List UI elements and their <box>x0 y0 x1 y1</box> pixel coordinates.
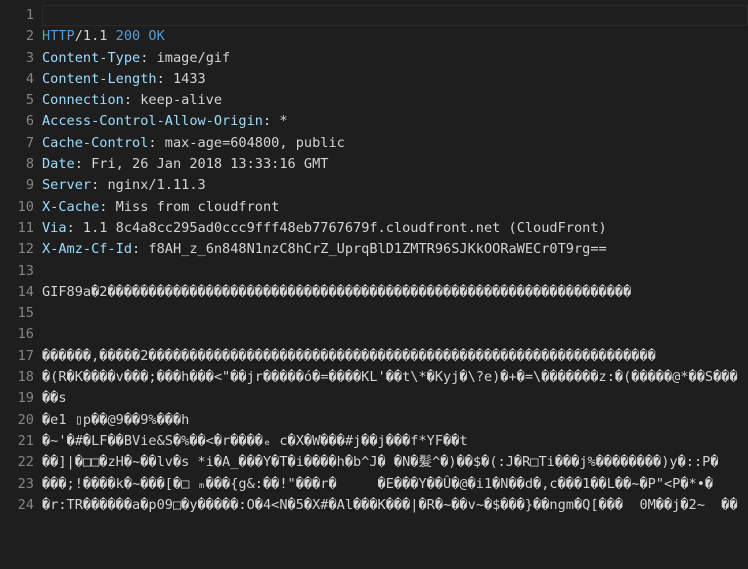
line-number: 18 <box>17 369 34 386</box>
code-editor[interactable]: 1 2 3 4 5 6 7 8 9 10 11 12 13 14 15 16 17 18 19 20 21 22 23 24 … <box>0 0 748 569</box>
header-value: : * <box>262 113 288 130</box>
body-line[interactable]: ��s <box>42 388 748 409</box>
header-key: X-Cache <box>42 198 100 215</box>
header-key: Content-Length <box>42 70 157 87</box>
header-key: Via <box>42 219 67 236</box>
header-key: Connection <box>42 92 124 109</box>
line-number: 1 <box>25 7 34 23</box>
header-line[interactable]: Content-Type: image/gif <box>42 48 748 69</box>
http-protocol: HTTP <box>42 28 75 45</box>
header-value: : image/gif <box>140 49 231 66</box>
header-line[interactable]: Server: nginx/1.11.3 <box>42 175 748 196</box>
header-key: Date <box>42 156 75 173</box>
line-number: 20 <box>17 411 34 428</box>
code-line-1[interactable] <box>42 5 748 26</box>
http-status-text: OK <box>140 28 165 45</box>
body-line[interactable]: �~'�#�LF��BVie&S�%��<�r����ₑ c�X�W���#j�… <box>42 431 748 452</box>
body-line[interactable]: �(R�K����v���;���h���<"��jr�����ó�=����K… <box>42 367 748 388</box>
body-line[interactable] <box>42 324 748 345</box>
line-number: 7 <box>25 134 34 151</box>
header-value: : max-age=604800, public <box>148 134 345 151</box>
line-number: 21 <box>17 432 34 449</box>
line-number: 9 <box>25 177 34 194</box>
header-line[interactable]: Access-Control-Allow-Origin: * <box>42 111 748 132</box>
line-number: 16 <box>17 326 34 343</box>
body-line[interactable]: ���;!����k�~���[�□ ₘ���{g&:��!"���r� �E�… <box>42 474 748 495</box>
line-number: 22 <box>17 454 34 471</box>
line-number: 13 <box>17 262 34 279</box>
code-area[interactable]: HTTP/1.1 200 OK Content-Type: image/gif … <box>42 5 748 516</box>
body-line[interactable]: ��]|�□□�zH�~��lv�s *i�A_���Y�T�i����h�b^… <box>42 452 748 473</box>
line-number: 3 <box>25 49 34 66</box>
code-line-status[interactable]: HTTP/1.1 200 OK <box>42 26 748 47</box>
body-line[interactable]: �e1 ▯p��@9��9%���h <box>42 410 748 431</box>
header-key: Access-Control-Allow-Origin <box>42 113 263 130</box>
line-number: 17 <box>17 347 34 364</box>
header-line[interactable]: Cache-Control: max-age=604800, public <box>42 133 748 154</box>
line-number: 11 <box>17 219 34 236</box>
body-line[interactable]: ������,�����2���������������������������… <box>42 346 748 367</box>
header-key: Server <box>42 177 92 194</box>
header-value: : 1.1 8c4a8cc295ad0ccc9fff48eb7767679f.c… <box>66 219 607 236</box>
body-line[interactable] <box>42 303 748 324</box>
header-value: : 1433 <box>156 70 206 87</box>
line-number-gutter: 1 2 3 4 5 6 7 8 9 10 11 12 13 14 15 16 17 18 19 20 21 22 23 24 <box>0 5 34 516</box>
header-value: : Fri, 26 Jan 2018 13:33:16 GMT <box>74 156 329 173</box>
header-key: X-Amz-Cf-Id <box>42 241 133 258</box>
line-number: 10 <box>17 198 34 215</box>
line-number: 19 <box>17 390 34 407</box>
http-version: /1.1 <box>74 28 116 45</box>
header-value: : keep-alive <box>123 92 223 109</box>
line-number: 12 <box>17 241 34 258</box>
body-line[interactable]: GIF89a�2��������������������������������… <box>42 282 748 303</box>
header-line[interactable]: X-Cache: Miss from cloudfront <box>42 197 748 218</box>
header-key: Content-Type <box>42 49 141 66</box>
body-line[interactable]: �r:TR������a�p09□�y�����:O�4<N�5�X#�Al��… <box>42 495 748 516</box>
line-number: 8 <box>25 156 34 173</box>
line-number: 15 <box>17 305 34 322</box>
header-line[interactable]: Via: 1.1 8c4a8cc295ad0ccc9fff48eb7767679… <box>42 218 748 239</box>
header-value: : nginx/1.11.3 <box>91 177 206 194</box>
header-line[interactable]: Date: Fri, 26 Jan 2018 13:33:16 GMT <box>42 154 748 175</box>
header-value: : Miss from cloudfront <box>99 198 280 215</box>
http-status-code: 200 <box>115 28 141 45</box>
line-number: 5 <box>25 92 34 109</box>
header-key: Cache-Control <box>42 134 149 151</box>
header-line[interactable]: Connection: keep-alive <box>42 90 748 111</box>
line-number: 6 <box>25 113 34 130</box>
header-line[interactable]: X-Amz-Cf-Id: f8AH_z_6n848N1nzC8hCrZ_Uprq… <box>42 239 748 260</box>
header-value: : f8AH_z_6n848N1nzC8hCrZ_UprqBlD1ZMTR96S… <box>132 241 607 258</box>
line-number: 23 <box>17 475 34 492</box>
line-number: 4 <box>25 70 34 87</box>
line-number: 2 <box>25 28 34 45</box>
body-line[interactable] <box>42 261 748 282</box>
line-number: 14 <box>17 283 34 300</box>
line-number: 24 <box>17 496 34 513</box>
header-line[interactable]: Content-Length: 1433 <box>42 69 748 90</box>
